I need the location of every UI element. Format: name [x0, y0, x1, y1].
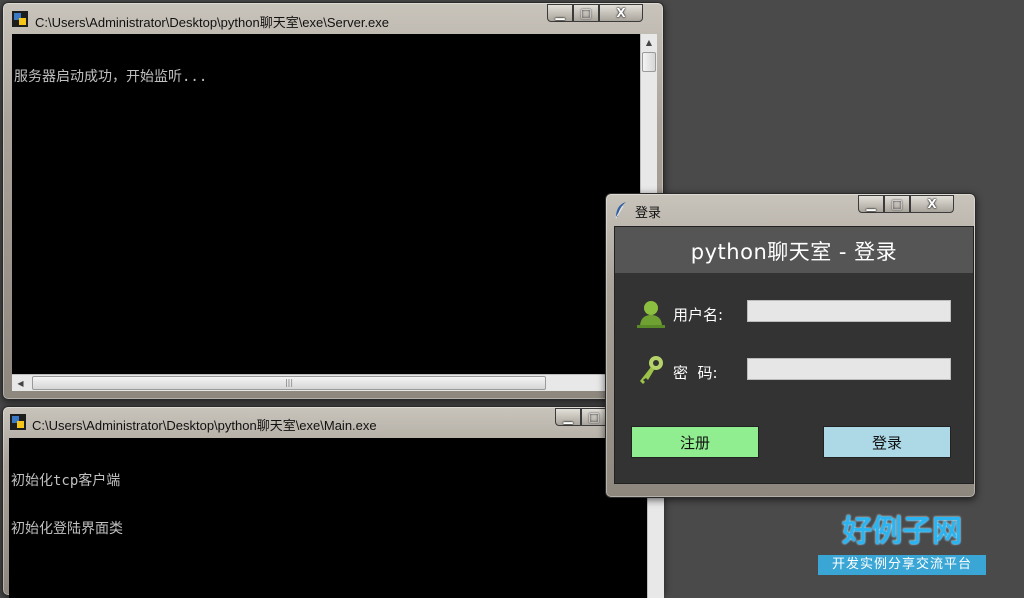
username-input[interactable]	[747, 300, 951, 322]
console-line: 服务器启动成功，开始监听...	[14, 69, 208, 85]
close-icon: X	[616, 6, 626, 20]
close-button[interactable]: X	[910, 195, 954, 213]
watermark-logo: 好例子网	[842, 514, 962, 549]
maximize-button[interactable]: □	[884, 195, 910, 213]
horizontal-scroll-thumb[interactable]: |||	[32, 376, 546, 390]
login-button[interactable]: 登录	[823, 426, 951, 458]
maximize-icon: □	[588, 410, 600, 424]
main-window: C:\Users\Administrator\Desktop\python聊天室…	[2, 406, 664, 598]
maximize-button[interactable]: □	[581, 408, 607, 426]
login-header: python聊天室 - 登录	[615, 227, 973, 273]
python-app-icon	[12, 11, 28, 27]
login-titlebar[interactable]: 登录 ▁ □ X	[606, 194, 975, 224]
scroll-thumb[interactable]	[642, 52, 656, 72]
server-window-title: C:\Users\Administrator\Desktop\python聊天室…	[35, 15, 390, 30]
console-line: 初始化tcp客户端	[11, 473, 121, 489]
server-titlebar[interactable]: C:\Users\Administrator\Desktop\python聊天室…	[3, 3, 663, 33]
server-console[interactable]: 服务器启动成功，开始监听...	[12, 34, 640, 374]
login-heading: python聊天室 - 登录	[690, 240, 898, 264]
maximize-button[interactable]: □	[573, 4, 599, 22]
server-window: C:\Users\Administrator\Desktop\python聊天室…	[2, 2, 664, 400]
minimize-icon: ▁	[563, 410, 573, 424]
login-form: python聊天室 - 登录 用户名: 密 码: 注册 登录	[614, 226, 974, 484]
scroll-up-arrow-icon[interactable]: ▲	[641, 34, 657, 51]
register-button[interactable]: 注册	[631, 426, 759, 458]
maximize-icon: □	[580, 6, 592, 20]
minimize-icon: ▁	[866, 197, 876, 211]
scroll-left-arrow-icon[interactable]: ◀	[12, 375, 29, 391]
close-icon: X	[927, 197, 937, 211]
watermark-tagline: 开发实例分享交流平台	[818, 555, 986, 575]
main-titlebar[interactable]: C:\Users\Administrator\Desktop\python聊天室…	[3, 407, 663, 437]
minimize-button[interactable]: ▁	[858, 195, 884, 213]
user-icon	[637, 298, 665, 332]
feather-icon	[614, 201, 630, 219]
password-label: 密 码:	[673, 364, 718, 382]
console-line: 初始化登陆界面类	[11, 521, 123, 537]
main-console[interactable]: 初始化tcp客户端 初始化登陆界面类	[9, 438, 647, 598]
server-horizontal-scrollbar[interactable]: ◀ |||	[12, 374, 640, 391]
login-window-title: 登录	[635, 205, 662, 220]
username-label: 用户名:	[673, 306, 724, 324]
key-icon	[637, 355, 665, 389]
minimize-button[interactable]: ▁	[547, 4, 573, 22]
maximize-icon: □	[891, 197, 903, 211]
close-button[interactable]: X	[599, 4, 643, 22]
minimize-icon: ▁	[555, 6, 565, 20]
password-input[interactable]	[747, 358, 951, 380]
minimize-button[interactable]: ▁	[555, 408, 581, 426]
python-app-icon	[10, 414, 26, 430]
main-window-title: C:\Users\Administrator\Desktop\python聊天室…	[32, 418, 377, 433]
login-window: 登录 ▁ □ X python聊天室 - 登录 用户名: 密 码: 注册 登录	[605, 193, 976, 498]
